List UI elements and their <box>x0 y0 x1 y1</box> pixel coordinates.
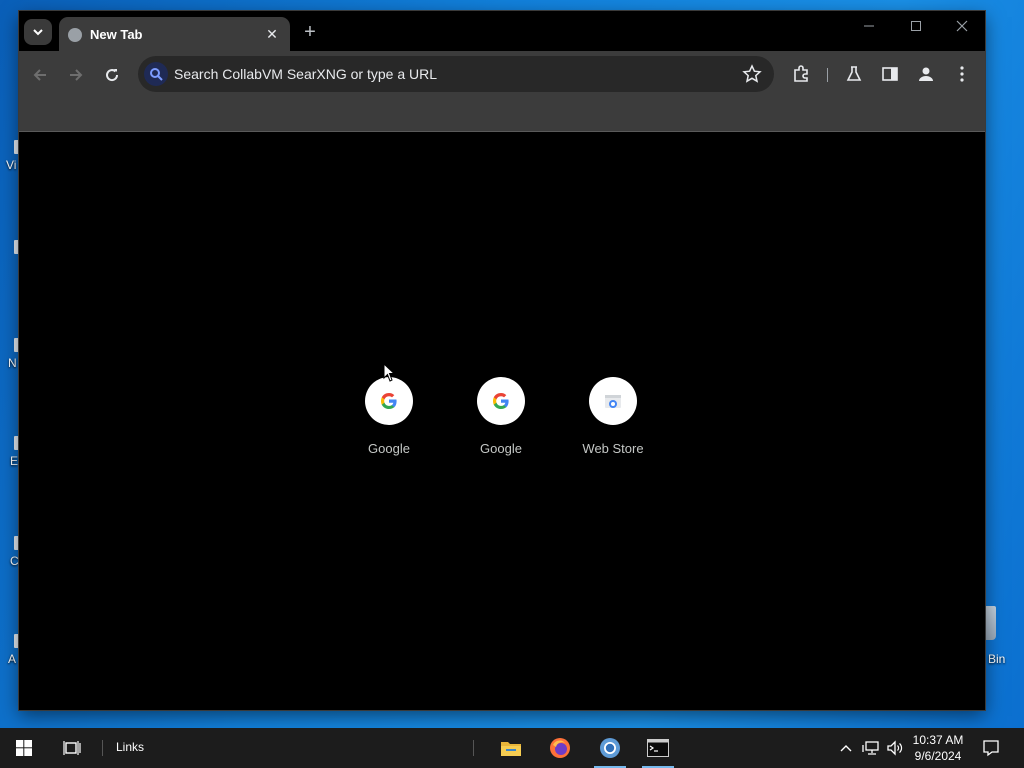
toolbar: Search CollabVM SearXNG or type a URL <box>19 51 985 97</box>
volume-button[interactable] <box>885 738 905 758</box>
new-tab-button[interactable]: + <box>299 21 321 43</box>
web-store-icon <box>589 377 637 425</box>
taskbar: Links 10:37 AM 9/6/2024 <box>0 728 1024 768</box>
back-button[interactable] <box>29 64 51 86</box>
shortcut-tile-google-1[interactable]: Google <box>339 377 439 467</box>
tab-search-button[interactable] <box>24 19 52 45</box>
desktop-icon-1-label: Vi <box>6 158 17 172</box>
minimize-icon <box>864 25 874 27</box>
bookmark-bar <box>19 97 985 132</box>
notification-icon <box>983 740 999 757</box>
toolbar-separator <box>473 740 474 756</box>
omnibox[interactable]: Search CollabVM SearXNG or type a URL <box>138 56 774 92</box>
firefox-icon <box>550 738 570 758</box>
recycle-bin-label: Bin <box>988 652 1006 666</box>
shortcut-tile-google-2[interactable]: Google <box>451 377 551 467</box>
chevron-down-icon <box>33 29 43 36</box>
windows-logo-icon <box>16 740 32 756</box>
reload-icon <box>106 69 119 82</box>
links-toolbar[interactable]: Links <box>116 740 144 754</box>
shortcut-label: Google <box>480 441 522 456</box>
action-center-button[interactable] <box>981 738 1001 758</box>
task-view-icon <box>63 741 81 755</box>
side-panel-icon[interactable] <box>880 64 900 84</box>
file-explorer-icon <box>501 742 521 756</box>
network-button[interactable] <box>861 738 881 758</box>
search-icon <box>144 62 168 86</box>
clock-date: 9/6/2024 <box>914 749 962 763</box>
terminal-button[interactable] <box>638 728 678 768</box>
extensions-icon[interactable] <box>791 64 811 84</box>
tab-title: New Tab <box>90 27 143 42</box>
maximize-button[interactable] <box>901 19 931 43</box>
taskbar-clock[interactable]: 10:37 AM 9/6/2024 <box>906 732 970 764</box>
forward-button[interactable] <box>65 64 87 86</box>
maximize-icon <box>911 21 921 31</box>
close-icon <box>956 20 968 32</box>
close-tab-icon[interactable]: ✕ <box>263 25 281 43</box>
speaker-icon <box>887 740 903 756</box>
toolbar-separator <box>827 68 828 82</box>
shortcut-label: Google <box>368 441 410 456</box>
labs-flask-icon[interactable] <box>844 64 864 84</box>
desktop-icon-3-label: N <box>8 356 17 370</box>
google-g-icon <box>477 377 525 425</box>
google-g-icon <box>365 377 413 425</box>
task-view-button[interactable] <box>52 728 92 768</box>
tab-new-tab[interactable]: New Tab ✕ <box>59 17 290 51</box>
network-icon <box>862 741 879 755</box>
arrow-right-icon <box>70 69 83 81</box>
firefox-button[interactable] <box>540 728 580 768</box>
file-explorer-button[interactable] <box>491 728 531 768</box>
omnibox-placeholder: Search CollabVM SearXNG or type a URL <box>174 66 437 82</box>
mouse-cursor-icon <box>383 363 396 382</box>
minimize-button[interactable] <box>854 19 884 43</box>
shortcut-label: Web Store <box>582 441 644 456</box>
arrow-left-icon <box>33 69 46 81</box>
new-tab-page: Google Google Web Store <box>19 132 985 710</box>
chrome-icon <box>600 738 620 758</box>
toolbar-separator <box>102 740 103 756</box>
tab-strip: New Tab ✕ + <box>19 11 985 51</box>
clock-time: 10:37 AM <box>912 733 964 747</box>
close-window-button[interactable] <box>947 19 977 43</box>
show-hidden-icons-button[interactable] <box>836 738 856 758</box>
desktop-icon-6-label: A <box>8 652 17 666</box>
profile-icon[interactable] <box>916 64 936 84</box>
globe-icon <box>68 28 82 42</box>
chrome-button[interactable] <box>590 728 630 768</box>
desktop-icon-5-label: C <box>10 554 19 568</box>
chevron-up-icon <box>840 745 852 752</box>
reload-button[interactable] <box>101 64 123 86</box>
terminal-icon <box>647 739 669 757</box>
start-button[interactable] <box>4 728 44 768</box>
shortcut-tile-web-store[interactable]: Web Store <box>563 377 663 467</box>
menu-kebab-icon[interactable] <box>952 64 972 84</box>
bookmark-star-icon[interactable] <box>742 64 762 84</box>
browser-window: New Tab ✕ + Search CollabVM SearXNG or t… <box>19 11 985 710</box>
desktop-icon-4-label: E <box>10 454 19 468</box>
